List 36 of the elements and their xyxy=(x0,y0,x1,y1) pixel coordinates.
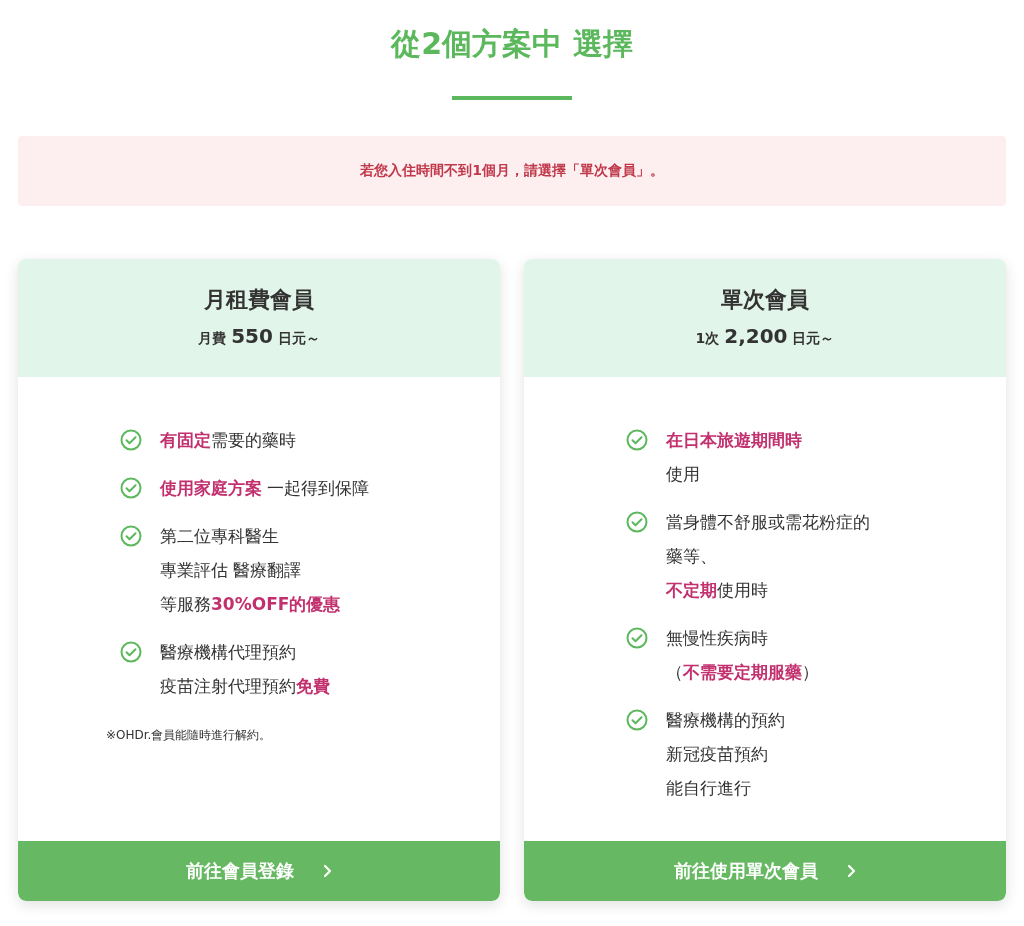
plan-title: 月租費會員 xyxy=(204,286,314,314)
check-circle-icon xyxy=(626,709,648,731)
feature-text: 無慢性疾病時 xyxy=(666,627,769,650)
feature-text: 使用家庭方案 一起得到保障 xyxy=(160,477,370,500)
feature-text: 醫療機構代理預約 xyxy=(160,641,297,664)
feature-text: 藥等、 xyxy=(666,545,718,568)
feature-text: 等服務30%OFF的優惠 xyxy=(160,593,341,616)
footnote: ※OHDr.會員能隨時進行解約。 xyxy=(106,727,273,744)
check-circle-icon xyxy=(626,511,648,533)
feature-text: 當身體不舒服或需花粉症的 xyxy=(666,511,870,534)
page-title: 從2個方案中 選擇 xyxy=(391,25,633,63)
feature-text: 有固定需要的藥時 xyxy=(160,429,296,452)
plan-button[interactable]: 前往使用單次會員 xyxy=(524,841,1006,901)
check-circle-icon xyxy=(120,525,142,547)
feature-text: 使用 xyxy=(666,463,701,486)
plan-price: 1次 2,200 日元～ xyxy=(695,323,835,350)
plan-button[interactable]: 前往會員登錄 xyxy=(18,841,500,901)
chevron-right-icon xyxy=(846,864,856,878)
chevron-right-icon xyxy=(322,864,332,878)
feature-text: 第二位專科醫生 xyxy=(160,525,280,548)
feature-text: 新冠疫苗預約 xyxy=(666,743,769,766)
feature-text: 專業評估 醫療翻譯 xyxy=(160,559,303,582)
feature-text: 在日本旅遊期間時 xyxy=(666,429,802,452)
feature-text: 能自行進行 xyxy=(666,777,752,800)
check-circle-icon xyxy=(626,429,648,451)
check-circle-icon xyxy=(626,627,648,649)
check-circle-icon xyxy=(120,477,142,499)
check-circle-icon xyxy=(120,641,142,663)
notice-banner: 若您入住時間不到1個月，請選擇「單次會員」。 xyxy=(18,136,1006,206)
feature-text: （不需要定期服藥） xyxy=(666,661,819,684)
plan-title: 單次會員 xyxy=(721,286,809,314)
feature-text: 疫苗注射代理預約免費 xyxy=(160,675,330,698)
check-circle-icon xyxy=(120,429,142,451)
feature-text: 醫療機構的預約 xyxy=(666,709,785,732)
feature-text: 不定期使用時 xyxy=(666,579,769,602)
plan-price: 月費 550 日元～ xyxy=(198,323,320,350)
